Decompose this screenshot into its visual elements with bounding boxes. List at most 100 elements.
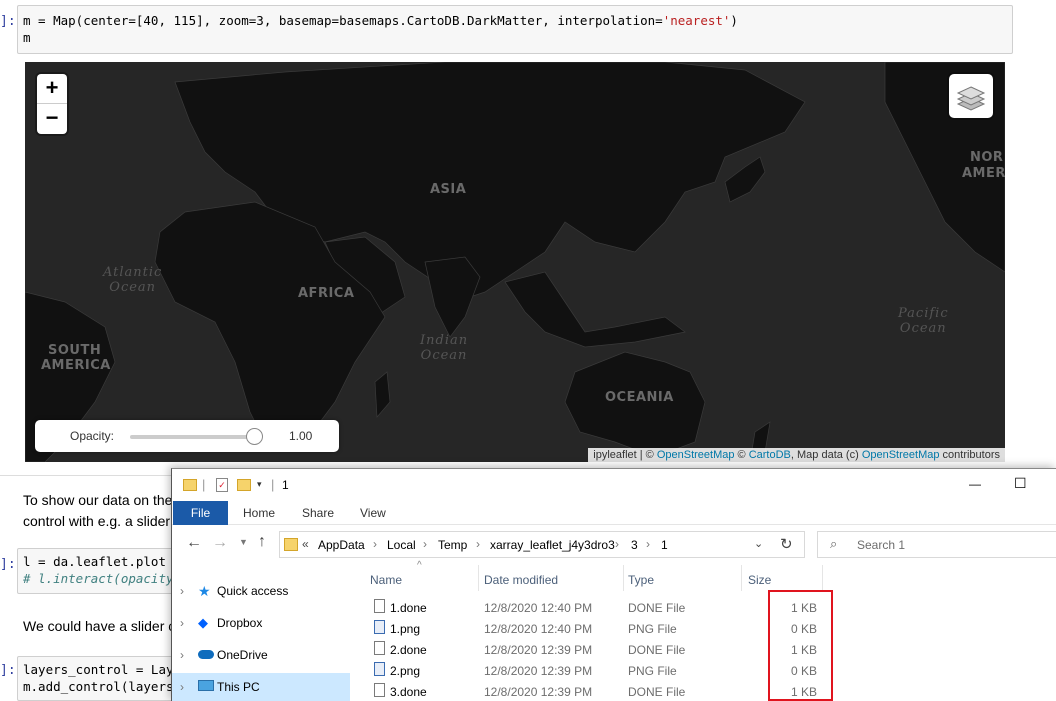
column-separator[interactable] — [478, 565, 479, 591]
label-south-america-2: AMERICA — [41, 358, 111, 373]
folder-icon — [284, 538, 298, 551]
map-attribution: ipyleaflet | © OpenStreetMap © CartoDB, … — [588, 448, 1005, 462]
column-separator[interactable] — [623, 565, 624, 591]
tab-view[interactable]: View — [360, 501, 386, 525]
label-north-america-2: AMER — [962, 166, 1005, 181]
folder-icon — [183, 479, 197, 491]
up-arrow-icon[interactable]: ↑ — [258, 533, 266, 551]
code-cell-plot[interactable]: l = da.leaflet.plot # l.interact(opacity — [17, 548, 187, 594]
column-separator[interactable] — [741, 565, 742, 591]
title-bar: | ✓ ▾ | 1 — ☐ — [172, 469, 1056, 501]
forward-arrow-icon[interactable]: → — [212, 534, 228, 552]
breadcrumb-item[interactable]: 1 — [661, 538, 668, 552]
file-row[interactable]: 1.png 12/8/2020 12:40 PM PNG File 0 KB — [370, 618, 1056, 639]
ocean-word: Ocean — [420, 348, 468, 363]
tab-share[interactable]: Share — [302, 501, 334, 525]
nav-label: This PC — [217, 680, 260, 694]
nav-item-quick-access[interactable]: › ★ Quick access — [172, 577, 350, 605]
osm-link[interactable]: OpenStreetMap — [657, 449, 735, 461]
zoom-in-button[interactable]: + — [37, 74, 67, 104]
opacity-control: Opacity: 1.00 — [35, 420, 339, 452]
breadcrumb-chevron-icon[interactable]: › — [646, 537, 650, 551]
carto-link[interactable]: CartoDB — [749, 449, 791, 461]
nav-item-dropbox[interactable]: › ◆ Dropbox — [172, 609, 350, 637]
label-north-america-1: NOR — [970, 150, 1004, 165]
refresh-icon[interactable]: ↻ — [780, 535, 793, 553]
column-name[interactable]: Name — [370, 573, 402, 587]
search-box[interactable]: ⌕ Search 1 — [817, 531, 1056, 558]
attribution-prefix: ipyleaflet | © — [593, 449, 657, 461]
back-arrow-icon[interactable]: ← — [186, 534, 202, 552]
file-row[interactable]: 2.done 12/8/2020 12:39 PM DONE File 1 KB — [370, 639, 1056, 660]
tab-file[interactable]: File — [173, 501, 228, 525]
map-widget[interactable]: ASIA AFRICA SOUTH AMERICA OCEANIA NOR AM… — [25, 62, 1005, 462]
column-separator[interactable] — [822, 565, 823, 591]
breadcrumb-chevron-icon[interactable]: › — [476, 537, 480, 551]
column-type[interactable]: Type — [628, 573, 654, 587]
cell-prompt: ]: — [0, 14, 16, 29]
file-date: 12/8/2020 12:39 PM — [484, 685, 593, 699]
layers-button[interactable] — [949, 74, 993, 118]
expand-chevron-icon[interactable]: › — [180, 577, 184, 605]
breadcrumb-item[interactable]: Local — [387, 538, 416, 552]
markdown-text: control with e.g. a slider — [23, 513, 171, 529]
ocean-name: Indian — [420, 333, 469, 348]
dropbox-icon: ◆ — [198, 615, 208, 630]
ocean-name: Atlantic — [103, 265, 163, 280]
search-placeholder: Search 1 — [857, 538, 906, 552]
address-bar[interactable]: « AppData › Local › Temp › xarray_leafle… — [279, 531, 805, 558]
breadcrumb-item[interactable]: AppData — [318, 538, 365, 552]
nav-item-this-pc[interactable]: › This PC — [172, 673, 350, 701]
file-icon — [374, 599, 385, 613]
column-date-modified[interactable]: Date modified — [484, 573, 558, 587]
properties-icon[interactable]: ✓ — [216, 478, 228, 492]
tab-home[interactable]: Home — [243, 501, 275, 525]
opacity-slider-track[interactable] — [130, 435, 260, 439]
minimize-button[interactable]: — — [969, 477, 981, 491]
breadcrumb-item[interactable]: xarray_leaflet_j4y3dro3 — [490, 538, 615, 552]
code-cell-map[interactable]: m = Map(center=[40, 115], zoom=3, basema… — [17, 5, 1013, 54]
recent-chevron-icon[interactable]: ▼ — [239, 537, 248, 547]
sort-caret-icon: ^ — [417, 560, 422, 571]
label-asia: ASIA — [430, 182, 467, 197]
expand-chevron-icon[interactable]: › — [180, 673, 184, 701]
file-type: PNG File — [628, 622, 677, 636]
breadcrumb-chevron-icon[interactable]: › — [373, 537, 377, 551]
new-folder-icon[interactable] — [237, 479, 251, 491]
nav-item-onedrive[interactable]: › OneDrive — [172, 641, 350, 669]
code-line: m = Map(center=[40, 115], zoom=3, basema… — [23, 13, 663, 28]
column-size[interactable]: Size — [748, 573, 771, 587]
markdown-text: We could have a slider c — [23, 618, 176, 634]
file-row[interactable]: 2.png 12/8/2020 12:39 PM PNG File 0 KB — [370, 660, 1056, 681]
breadcrumb-chevron-icon[interactable]: › — [423, 537, 427, 551]
ocean-word: Ocean — [109, 280, 157, 295]
zoom-out-button[interactable]: − — [37, 104, 67, 134]
file-row[interactable]: 3.done 12/8/2020 12:39 PM DONE File 1 KB — [370, 681, 1056, 701]
code-comment: # l.interact(opacity — [23, 571, 174, 586]
madagascar-landmass — [374, 371, 391, 418]
expand-chevron-icon[interactable]: › — [180, 641, 184, 669]
file-row[interactable]: 1.done 12/8/2020 12:40 PM DONE File 1 KB — [370, 597, 1056, 618]
ocean-name: Pacific — [898, 306, 949, 321]
opacity-value: 1.00 — [289, 429, 313, 443]
file-type: DONE File — [628, 643, 686, 657]
code-cell-layers[interactable]: layers_control = Lay m.add_control(layer… — [17, 656, 187, 701]
opacity-slider-thumb[interactable] — [246, 428, 263, 445]
breadcrumb-overflow[interactable]: « — [302, 537, 309, 551]
breadcrumb-chevron-icon[interactable]: › — [615, 537, 619, 551]
label-indian-ocean: Indian Ocean — [420, 333, 468, 363]
history-dropdown-icon[interactable]: ⌄ — [754, 537, 763, 550]
dropdown-icon[interactable]: ▾ — [257, 479, 262, 490]
breadcrumb-item[interactable]: 3 — [631, 538, 638, 552]
sea-landmass — [504, 271, 686, 348]
star-icon: ★ — [198, 583, 211, 599]
nav-label: OneDrive — [217, 648, 268, 662]
breadcrumb-item[interactable]: Temp — [438, 538, 467, 552]
expand-chevron-icon[interactable]: › — [180, 609, 184, 637]
maximize-button[interactable]: ☐ — [1014, 475, 1027, 492]
ocean-word: Ocean — [899, 321, 947, 336]
file-date: 12/8/2020 12:39 PM — [484, 643, 593, 657]
attribution-suffix: contributors — [939, 449, 1000, 461]
cell-prompt: ]: — [0, 557, 16, 572]
osm-link-2[interactable]: OpenStreetMap — [862, 449, 940, 461]
